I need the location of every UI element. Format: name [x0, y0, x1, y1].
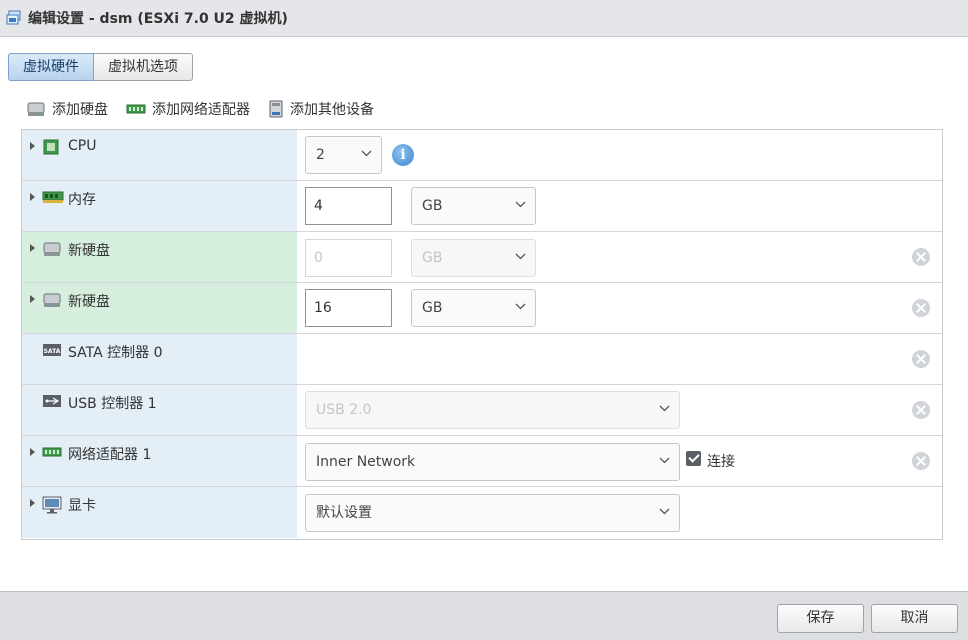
expand-arrow-icon[interactable] — [30, 448, 35, 456]
disk-unit-value: GB — [422, 300, 443, 316]
cpu-count-select[interactable]: 2 — [305, 136, 382, 174]
expand-arrow-icon[interactable] — [30, 142, 35, 150]
hardware-row-cpu: CPU 2 i — [22, 130, 942, 181]
other-device-icon — [269, 100, 283, 118]
monitor-icon — [42, 496, 62, 514]
row-label-cell: SATA SATA 控制器 0 — [22, 334, 297, 384]
hardware-row-new-disk: 新硬盘 0 GB — [22, 232, 942, 283]
hardware-row-memory: 内存 4 GB — [22, 181, 942, 232]
chevron-down-icon — [659, 508, 670, 515]
remove-circle-icon[interactable] — [912, 452, 930, 470]
title-bar: 编辑设置 - dsm (ESXi 7.0 U2 虚拟机) — [0, 0, 968, 37]
sata-controller-label: SATA 控制器 0 — [68, 345, 163, 361]
disk-unit-value: GB — [422, 250, 443, 266]
chevron-down-icon — [659, 457, 670, 464]
network-value: Inner Network — [316, 454, 416, 470]
memory-unit-select[interactable]: GB — [411, 187, 536, 225]
add-disk-button[interactable]: 添加硬盘 — [26, 99, 108, 119]
network-select[interactable]: Inner Network — [305, 443, 680, 481]
disk-size-input[interactable]: 0 — [305, 239, 392, 277]
expand-arrow-icon[interactable] — [30, 244, 35, 252]
save-button[interactable]: 保存 — [777, 604, 864, 633]
hardware-row-usb-controller: USB 控制器 1 USB 2.0 — [22, 385, 942, 436]
memory-label: 内存 — [68, 192, 96, 208]
chevron-down-icon — [361, 150, 372, 157]
expand-arrow-icon[interactable] — [30, 499, 35, 507]
chevron-down-icon — [659, 405, 670, 412]
hard-disk-icon — [27, 102, 45, 116]
memory-icon — [42, 191, 64, 203]
tab-bar: 虚拟硬件 虚拟机选项 — [8, 53, 193, 81]
hardware-row-network-adapter: 网络适配器 1 Inner Network 连接 — [22, 436, 942, 487]
video-card-label: 显卡 — [68, 498, 96, 514]
virtual-hardware-table: CPU 2 i 内存 4 GB 新硬盘 0 GB 新硬盘 16 GB SATA … — [21, 129, 943, 540]
remove-circle-icon[interactable] — [912, 299, 930, 317]
connect-checkbox-label: 连接 — [707, 454, 735, 470]
add-other-device-label: 添加其他设备 — [290, 102, 374, 118]
row-label-cell: CPU — [22, 130, 297, 180]
new-disk-label: 新硬盘 — [68, 294, 110, 310]
video-settings-select[interactable]: 默认设置 — [305, 494, 680, 532]
info-icon[interactable]: i — [392, 144, 414, 166]
expand-arrow-icon[interactable] — [30, 295, 35, 303]
usb-controller-label: USB 控制器 1 — [68, 396, 157, 412]
row-label-cell: 网络适配器 1 — [22, 436, 297, 486]
add-network-adapter-button[interactable]: 添加网络适配器 — [126, 99, 250, 119]
add-other-device-button[interactable]: 添加其他设备 — [268, 99, 374, 119]
cpu-label: CPU — [68, 138, 97, 154]
vm-window-icon — [6, 10, 21, 25]
remove-circle-icon[interactable] — [912, 248, 930, 266]
hardware-toolbar: 添加硬盘 添加网络适配器 添加其他设备 — [26, 99, 392, 119]
row-label-cell: 新硬盘 — [22, 232, 297, 282]
hard-disk-icon — [43, 293, 61, 307]
disk-size-input[interactable]: 16 — [305, 289, 392, 327]
chevron-down-icon — [515, 303, 526, 310]
network-card-icon — [42, 447, 62, 457]
chevron-down-icon — [515, 201, 526, 208]
network-card-icon — [126, 104, 146, 114]
new-disk-label: 新硬盘 — [68, 243, 110, 259]
dialog-footer: 保存 取消 — [0, 591, 968, 640]
cancel-button[interactable]: 取消 — [871, 604, 958, 633]
chevron-down-icon — [515, 253, 526, 260]
remove-circle-icon[interactable] — [912, 401, 930, 419]
row-label-cell: 显卡 — [22, 487, 297, 538]
expand-arrow-icon[interactable] — [30, 193, 35, 201]
row-label-cell: 内存 — [22, 181, 297, 231]
tab-vm-options[interactable]: 虚拟机选项 — [94, 53, 193, 81]
remove-circle-icon[interactable] — [912, 350, 930, 368]
usb-version-value: USB 2.0 — [316, 402, 372, 418]
sata-controller-icon: SATA — [43, 344, 61, 356]
tab-virtual-hardware[interactable]: 虚拟硬件 — [8, 53, 94, 81]
cpu-icon — [43, 139, 59, 155]
disk-unit-select[interactable]: GB — [411, 239, 536, 277]
add-network-adapter-label: 添加网络适配器 — [152, 102, 250, 118]
network-adapter-label: 网络适配器 1 — [68, 447, 152, 463]
row-label-cell: 新硬盘 — [22, 283, 297, 333]
add-disk-label: 添加硬盘 — [52, 102, 108, 118]
hardware-row-video-card: 显卡 默认设置 — [22, 487, 942, 538]
row-label-cell: USB 控制器 1 — [22, 385, 297, 435]
hardware-row-sata-controller: SATA SATA 控制器 0 — [22, 334, 942, 385]
memory-size-input[interactable]: 4 — [305, 187, 392, 225]
memory-unit-value: GB — [422, 198, 443, 214]
video-settings-value: 默认设置 — [316, 505, 372, 521]
disk-unit-select[interactable]: GB — [411, 289, 536, 327]
window-title: 编辑设置 - dsm (ESXi 7.0 U2 虚拟机) — [28, 11, 288, 27]
usb-version-select[interactable]: USB 2.0 — [305, 391, 680, 429]
hard-disk-icon — [43, 242, 61, 256]
hardware-row-new-disk: 新硬盘 16 GB — [22, 283, 942, 334]
cpu-count-value: 2 — [316, 147, 325, 163]
svg-text:SATA: SATA — [44, 348, 61, 355]
usb-controller-icon — [43, 395, 61, 407]
connect-checkbox[interactable] — [686, 451, 701, 466]
